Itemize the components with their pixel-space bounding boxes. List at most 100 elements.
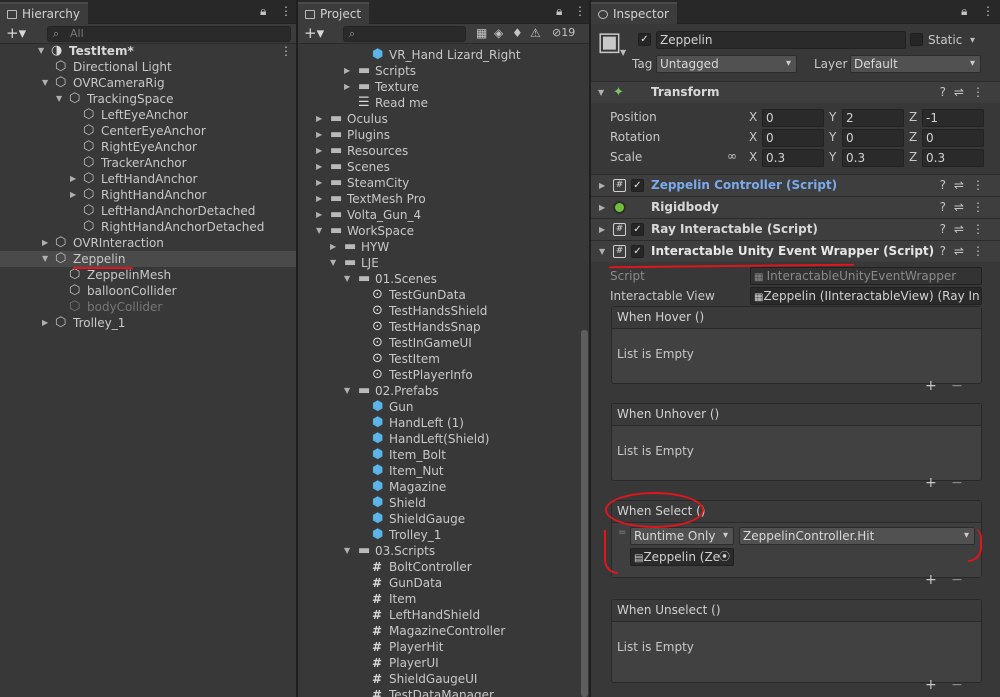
filter-by-type-icon[interactable]: ◈ xyxy=(494,26,503,40)
collapse-arrow-icon[interactable]: ▼ xyxy=(344,271,350,287)
hierarchy-item[interactable]: ⬡ TrackerAnchor xyxy=(0,155,296,171)
lock-icon[interactable]: 🔒︎ xyxy=(556,4,562,19)
hierarchy-item[interactable]: ⬡ ZeppelinMesh xyxy=(0,267,296,283)
project-item[interactable]: # ShieldGaugeUI xyxy=(298,671,589,687)
create-button[interactable]: +▾ xyxy=(304,25,324,42)
expand-arrow-icon[interactable]: ▶ xyxy=(70,187,76,203)
project-item[interactable]: ▼ ▬ 02.Prefabs xyxy=(298,383,589,399)
hierarchy-item[interactable]: ⬡ LeftEyeAnchor xyxy=(0,107,296,123)
project-tab[interactable]: Project xyxy=(298,2,370,24)
project-item[interactable]: ⊙ TestGunData xyxy=(298,287,589,303)
project-item[interactable]: # PlayerUI xyxy=(298,655,589,671)
project-item[interactable]: # GunData xyxy=(298,575,589,591)
expand-arrow-icon[interactable]: ▶ xyxy=(42,315,48,331)
hierarchy-search-input[interactable]: ⌕ All xyxy=(47,26,291,42)
collapse-arrow-icon[interactable]: ▼ xyxy=(42,75,48,91)
project-item[interactable]: # TestDataManager xyxy=(298,687,589,697)
hierarchy-item[interactable]: ▼ ⬡ OVRCameraRig xyxy=(0,75,296,91)
kebab-menu-icon[interactable]: ⋮ xyxy=(982,4,994,18)
project-search-input[interactable]: ⌕ xyxy=(343,26,466,42)
collapse-arrow-icon[interactable]: ▼ xyxy=(330,255,336,271)
project-item[interactable]: ⊙ TestItem xyxy=(298,351,589,367)
project-item[interactable]: # Item xyxy=(298,591,589,607)
project-item[interactable]: ▶ ▬ Texture xyxy=(298,79,589,95)
project-item[interactable]: ⊙ TestInGameUI xyxy=(298,335,589,351)
collapse-arrow-icon[interactable]: ▼ xyxy=(344,383,350,399)
project-item[interactable]: ▶ ▬ Scenes xyxy=(298,159,589,175)
project-item[interactable]: # PlayerHit xyxy=(298,639,589,655)
expand-arrow-icon[interactable]: ▶ xyxy=(330,239,336,255)
project-item[interactable]: ⊙ TestHandsSnap xyxy=(298,319,589,335)
hierarchy-item[interactable]: ▶ ⬡ Trolley_1 xyxy=(0,315,296,331)
hierarchy-item[interactable]: ▶ ⬡ LeftHandAnchor xyxy=(0,171,296,187)
project-item[interactable]: ▼ ▬ LJE xyxy=(298,255,589,271)
project-item[interactable]: ⬢ Magazine xyxy=(298,479,589,495)
expand-arrow-icon[interactable]: ▶ xyxy=(316,175,322,191)
project-item[interactable]: # BoltController xyxy=(298,559,589,575)
collapse-arrow-icon[interactable]: ▼ xyxy=(56,91,62,107)
project-item[interactable]: ▼ ▬ 01.Scenes xyxy=(298,271,589,287)
kebab-menu-icon[interactable]: ⋮ xyxy=(574,4,586,18)
project-item[interactable]: ☰ Read me xyxy=(298,95,589,111)
kebab-menu-icon[interactable]: ⋮ xyxy=(280,4,292,18)
create-button[interactable]: +▾ xyxy=(6,25,26,42)
hierarchy-item[interactable]: ⬡ LeftHandAnchorDetached xyxy=(0,203,296,219)
project-item[interactable]: ⊙ TestHandsShield xyxy=(298,303,589,319)
project-item[interactable]: ▶ ▬ Plugins xyxy=(298,127,589,143)
lock-icon[interactable]: 🔒︎ xyxy=(961,4,967,19)
project-item[interactable]: ▶ ▬ Oculus xyxy=(298,111,589,127)
expand-arrow-icon[interactable]: ▶ xyxy=(316,207,322,223)
filter-by-label-icon[interactable]: ♦ xyxy=(512,26,523,40)
kebab-menu-icon[interactable]: ⋮ xyxy=(280,43,292,59)
collapse-arrow-icon[interactable]: ▼ xyxy=(344,543,350,559)
project-item[interactable]: ⊙ TestPlayerInfo xyxy=(298,367,589,383)
search-by-type-icon[interactable]: ▦ xyxy=(476,26,487,40)
project-item[interactable]: ⬢ VR_Hand Lizard_Right xyxy=(298,47,589,63)
project-item[interactable]: ▶ ▬ Volta_Gun_4 xyxy=(298,207,589,223)
hierarchy-item[interactable]: ⬡ RightEyeAnchor xyxy=(0,139,296,155)
expand-arrow-icon[interactable]: ▶ xyxy=(316,191,322,207)
expand-arrow-icon[interactable]: ▶ xyxy=(316,143,322,159)
scene-row[interactable]: ▼ ◑ TestItem* ⋮ xyxy=(0,43,296,59)
hierarchy-item[interactable]: ▶ ⬡ RightHandAnchor xyxy=(0,187,296,203)
project-item[interactable]: ⬢ HandLeft (1) xyxy=(298,415,589,431)
expand-arrow-icon[interactable]: ▶ xyxy=(316,159,322,175)
project-item[interactable]: ⬢ Item_Nut xyxy=(298,463,589,479)
project-item[interactable]: ▶ ▬ HYW xyxy=(298,239,589,255)
expand-arrow-icon[interactable]: ▶ xyxy=(70,171,76,187)
hierarchy-item[interactable]: ▼ ⬡ TrackingSpace xyxy=(0,91,296,107)
expand-arrow-icon[interactable]: ▶ xyxy=(316,127,322,143)
project-item[interactable]: ⬢ HandLeft(Shield) xyxy=(298,431,589,447)
hierarchy-item[interactable]: ⬡ RightHandAnchorDetached xyxy=(0,219,296,235)
inspector-tab[interactable]: Inspector xyxy=(591,2,677,24)
hidden-packages-icon[interactable]: ⊘19 xyxy=(552,26,575,39)
expand-arrow-icon[interactable]: ▶ xyxy=(344,79,350,95)
project-item[interactable]: # LeftHandShield xyxy=(298,607,589,623)
project-item[interactable]: ▶ ▬ Resources xyxy=(298,143,589,159)
collapse-arrow-icon[interactable]: ▼ xyxy=(42,251,48,267)
project-item[interactable]: # MagazineController xyxy=(298,623,589,639)
project-item[interactable]: ▼ ▬ 03.Scripts xyxy=(298,543,589,559)
hierarchy-item[interactable]: ⬡ CenterEyeAnchor xyxy=(0,123,296,139)
hierarchy-item[interactable]: ⬡ balloonCollider xyxy=(0,283,296,299)
project-item[interactable]: ⬢ ShieldGauge xyxy=(298,511,589,527)
project-item[interactable]: ▶ ▬ Scripts xyxy=(298,63,589,79)
project-item[interactable]: ⬢ Trolley_1 xyxy=(298,527,589,543)
expand-arrow-icon[interactable]: ▶ xyxy=(316,111,322,127)
hierarchy-item[interactable]: ⬡ bodyCollider xyxy=(0,299,296,315)
warning-icon[interactable]: ⚠ xyxy=(530,26,541,40)
hierarchy-item[interactable]: ▶ ⬡ OVRInteraction xyxy=(0,235,296,251)
project-item[interactable]: ▼ ▬ WorkSpace xyxy=(298,223,589,239)
expand-arrow-icon[interactable]: ▶ xyxy=(344,63,350,79)
project-item[interactable]: ⬢ Gun xyxy=(298,399,589,415)
project-item[interactable]: ▶ ▬ TextMesh Pro xyxy=(298,191,589,207)
hierarchy-tab[interactable]: Hierarchy xyxy=(0,2,89,24)
hierarchy-item[interactable]: ▼ ⬡ Zeppelin xyxy=(0,251,296,267)
lock-icon[interactable]: 🔒︎ xyxy=(260,4,266,19)
hierarchy-item[interactable]: ⬡ Directional Light xyxy=(0,59,296,75)
project-item[interactable]: ⬢ Item_Bolt xyxy=(298,447,589,463)
project-item[interactable]: ▶ ▬ SteamCity xyxy=(298,175,589,191)
project-scrollbar[interactable] xyxy=(581,330,588,697)
project-item[interactable]: ⬢ Shield xyxy=(298,495,589,511)
expand-arrow-icon[interactable]: ▶ xyxy=(42,235,48,251)
